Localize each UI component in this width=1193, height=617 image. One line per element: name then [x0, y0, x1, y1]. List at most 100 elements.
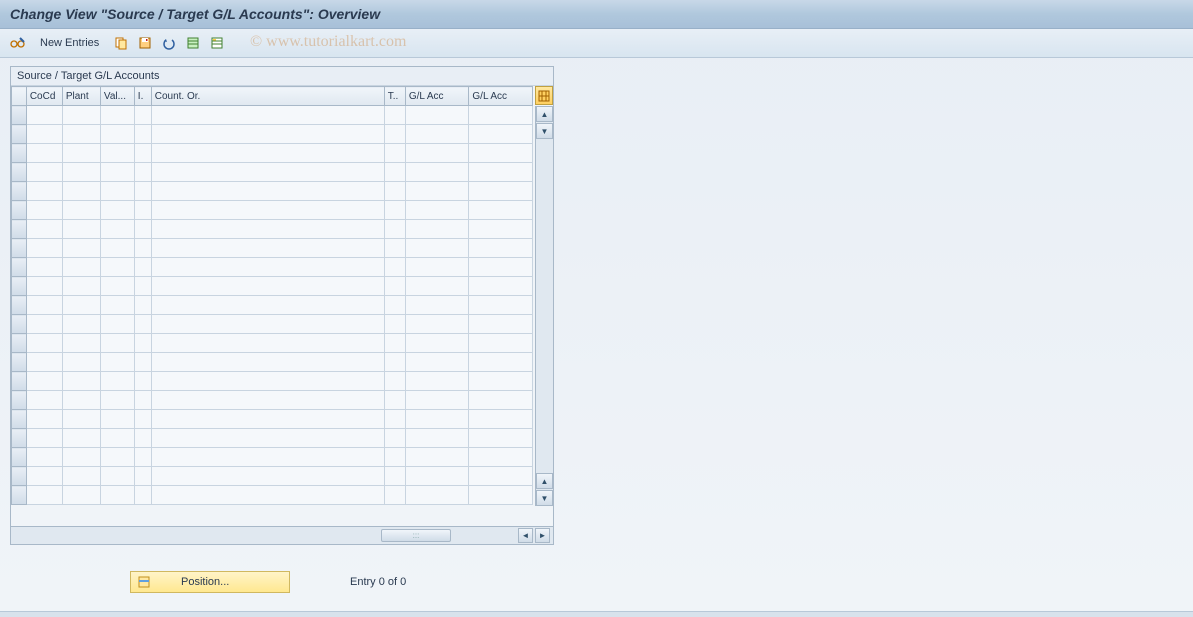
grid-cell[interactable]	[26, 467, 62, 486]
table-row[interactable]	[12, 163, 533, 182]
grid-cell[interactable]	[469, 125, 533, 144]
grid-cell[interactable]	[151, 410, 384, 429]
grid-cell[interactable]	[469, 334, 533, 353]
grid-cell[interactable]	[26, 372, 62, 391]
scroll-up2-icon[interactable]: ▲	[536, 473, 553, 489]
grid-cell[interactable]	[384, 486, 405, 505]
row-selector[interactable]	[12, 239, 27, 258]
grid-cell[interactable]	[151, 448, 384, 467]
table-row[interactable]	[12, 220, 533, 239]
grid-cell[interactable]	[134, 372, 151, 391]
grid-cell[interactable]	[384, 353, 405, 372]
grid-cell[interactable]	[134, 448, 151, 467]
col-plant[interactable]: Plant	[62, 87, 100, 106]
grid-cell[interactable]	[469, 163, 533, 182]
row-selector[interactable]	[12, 467, 27, 486]
grid-cell[interactable]	[100, 220, 134, 239]
col-glacc1[interactable]: G/L Acc	[405, 87, 469, 106]
grid-cell[interactable]	[405, 239, 469, 258]
grid-cell[interactable]	[469, 277, 533, 296]
grid-cell[interactable]	[100, 296, 134, 315]
grid-cell[interactable]	[151, 144, 384, 163]
grid-cell[interactable]	[100, 467, 134, 486]
row-selector[interactable]	[12, 448, 27, 467]
grid-cell[interactable]	[62, 410, 100, 429]
row-selector[interactable]	[12, 258, 27, 277]
grid-cell[interactable]	[134, 296, 151, 315]
grid-cell[interactable]	[100, 372, 134, 391]
grid-cell[interactable]	[100, 239, 134, 258]
row-selector[interactable]	[12, 486, 27, 505]
grid-cell[interactable]	[469, 296, 533, 315]
grid-cell[interactable]	[134, 144, 151, 163]
table-row[interactable]	[12, 448, 533, 467]
grid-cell[interactable]	[62, 334, 100, 353]
grid-cell[interactable]	[151, 429, 384, 448]
grid-cell[interactable]	[384, 296, 405, 315]
col-glacc2[interactable]: G/L Acc	[469, 87, 533, 106]
grid-cell[interactable]	[151, 296, 384, 315]
grid-cell[interactable]	[469, 391, 533, 410]
grid-cell[interactable]	[405, 106, 469, 125]
col-count-or[interactable]: Count. Or.	[151, 87, 384, 106]
grid-cell[interactable]	[469, 410, 533, 429]
grid-cell[interactable]	[62, 125, 100, 144]
grid-cell[interactable]	[62, 315, 100, 334]
grid-cell[interactable]	[405, 467, 469, 486]
grid-cell[interactable]	[405, 410, 469, 429]
grid-cell[interactable]	[100, 410, 134, 429]
hscroll-thumb[interactable]: :::	[381, 529, 451, 542]
grid-cell[interactable]	[100, 277, 134, 296]
grid-cell[interactable]	[469, 486, 533, 505]
table-row[interactable]	[12, 334, 533, 353]
grid-cell[interactable]	[405, 429, 469, 448]
table-row[interactable]	[12, 258, 533, 277]
grid-cell[interactable]	[405, 391, 469, 410]
grid-cell[interactable]	[384, 106, 405, 125]
grid-cell[interactable]	[100, 391, 134, 410]
table-row[interactable]	[12, 467, 533, 486]
scroll-left-icon[interactable]: ◄	[518, 528, 533, 543]
table-row[interactable]	[12, 410, 533, 429]
grid-cell[interactable]	[26, 239, 62, 258]
grid-cell[interactable]	[62, 144, 100, 163]
col-val[interactable]: Val...	[100, 87, 134, 106]
grid-cell[interactable]	[384, 258, 405, 277]
grid-cell[interactable]	[469, 353, 533, 372]
row-selector[interactable]	[12, 201, 27, 220]
grid-cell[interactable]	[134, 410, 151, 429]
table-row[interactable]	[12, 429, 533, 448]
grid-cell[interactable]	[134, 239, 151, 258]
grid-cell[interactable]	[151, 201, 384, 220]
table-row[interactable]	[12, 106, 533, 125]
col-i[interactable]: I.	[134, 87, 151, 106]
table-row[interactable]	[12, 372, 533, 391]
grid-cell[interactable]	[62, 372, 100, 391]
grid-cell[interactable]	[405, 182, 469, 201]
grid-cell[interactable]	[384, 429, 405, 448]
table-row[interactable]	[12, 296, 533, 315]
grid-cell[interactable]	[469, 372, 533, 391]
grid-cell[interactable]	[134, 334, 151, 353]
col-cocd[interactable]: CoCd	[26, 87, 62, 106]
grid-cell[interactable]	[26, 220, 62, 239]
position-button[interactable]: Position...	[130, 571, 290, 593]
grid-cell[interactable]	[134, 220, 151, 239]
row-selector[interactable]	[12, 410, 27, 429]
row-selector[interactable]	[12, 277, 27, 296]
table-row[interactable]	[12, 277, 533, 296]
grid-cell[interactable]	[62, 106, 100, 125]
grid-cell[interactable]	[384, 467, 405, 486]
grid-cell[interactable]	[100, 315, 134, 334]
row-selector[interactable]	[12, 391, 27, 410]
grid-cell[interactable]	[469, 239, 533, 258]
grid-cell[interactable]	[405, 372, 469, 391]
grid-cell[interactable]	[100, 448, 134, 467]
row-selector[interactable]	[12, 220, 27, 239]
table-row[interactable]	[12, 144, 533, 163]
grid-cell[interactable]	[134, 353, 151, 372]
grid-cell[interactable]	[151, 334, 384, 353]
grid-cell[interactable]	[134, 277, 151, 296]
scroll-down2-icon[interactable]: ▼	[536, 490, 553, 506]
grid-cell[interactable]	[100, 144, 134, 163]
